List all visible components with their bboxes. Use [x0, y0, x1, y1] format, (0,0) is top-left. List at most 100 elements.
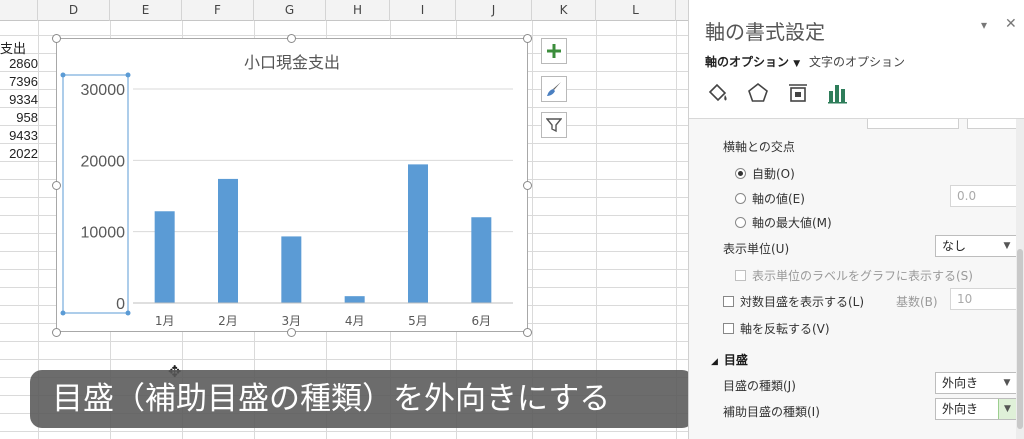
radio-selected-icon: [735, 168, 746, 179]
bar-chart-plot[interactable]: 30000 20000 10000 0 1月 2月 3月 4月 5月 6月: [57, 39, 527, 331]
cell-value[interactable]: 9433: [0, 128, 38, 143]
minor-tick-select[interactable]: 外向き ▼: [935, 398, 1017, 420]
resize-handle-left[interactable]: [52, 181, 61, 190]
y-tick-label: 0: [116, 296, 125, 313]
reverse-axis-text: 軸を反転する(V): [740, 322, 830, 336]
cell-value[interactable]: 7396: [0, 74, 38, 89]
radio-auto[interactable]: 自動(O): [735, 165, 795, 182]
log-scale-checkbox[interactable]: 対数目盛を表示する(L): [723, 293, 864, 310]
fill-line-icon[interactable]: [705, 80, 731, 106]
base-label: 基数(B): [896, 295, 938, 309]
resize-handle-right[interactable]: [523, 181, 532, 190]
bar[interactable]: [344, 296, 365, 303]
tutorial-caption: 目盛（補助目盛の種類）を外向きにする: [30, 370, 694, 428]
chart-styles-button[interactable]: [541, 76, 567, 102]
column-header-d[interactable]: D: [38, 0, 110, 21]
column-header-h[interactable]: H: [326, 0, 390, 21]
resize-handle-top-right[interactable]: [523, 34, 532, 43]
y-tick-label: 30000: [81, 82, 126, 99]
resize-handle-top[interactable]: [287, 34, 296, 43]
chevron-down-icon: ▼: [1003, 241, 1011, 251]
chevron-down-icon: ▼: [1003, 378, 1011, 388]
radio-axis-value-label: 軸の値(E): [752, 192, 805, 206]
column-header-partial[interactable]: [0, 0, 38, 21]
checkbox-icon: [723, 296, 734, 307]
checkbox-icon: [723, 323, 734, 334]
close-icon[interactable]: ✕: [1005, 16, 1017, 32]
column-header-g[interactable]: G: [254, 0, 326, 21]
resize-handle-bottom-right[interactable]: [523, 328, 532, 337]
chart-area[interactable]: 小口現金支出 30000 20000 10000 0 1月 2月 3月 4月 5月 6月: [56, 38, 528, 332]
paintbrush-icon: [547, 82, 561, 96]
bar[interactable]: [471, 217, 492, 303]
radio-axis-max-label: 軸の最大値(M): [752, 216, 832, 230]
radio-axis-max[interactable]: 軸の最大値(M): [735, 214, 832, 231]
crossing-label: 横軸との交点: [723, 140, 795, 154]
format-axis-pane[interactable]: 軸の書式設定 ▾ ✕ 軸のオプション ▼ 文字のオプション 横軸との交点 自動(…: [688, 0, 1024, 439]
chart-elements-button[interactable]: [541, 38, 567, 64]
cell-header-expense[interactable]: 支出: [0, 38, 38, 57]
radio-axis-value[interactable]: 軸の値(E): [735, 190, 805, 207]
bar[interactable]: [218, 178, 238, 303]
bar[interactable]: [408, 164, 428, 303]
pane-scrollbar[interactable]: [1016, 119, 1024, 439]
reverse-axis-checkbox[interactable]: 軸を反転する(V): [723, 320, 830, 337]
radio-auto-label: 自動(O): [752, 167, 795, 181]
axis-options-bar-icon[interactable]: [825, 80, 851, 106]
chart-filters-button[interactable]: [541, 112, 567, 138]
x-tick-label: 3月: [282, 314, 302, 328]
log-scale-text: 対数目盛を表示する(L): [740, 295, 865, 309]
column-header-f[interactable]: F: [182, 0, 254, 21]
bar[interactable]: [281, 236, 302, 303]
resize-handle-bottom[interactable]: [287, 328, 296, 337]
filter-funnel-icon: [546, 118, 562, 133]
cell-value[interactable]: 2022: [0, 146, 38, 161]
show-unit-label-text: 表示単位のラベルをグラフに表示する(S): [752, 269, 973, 283]
axis-selection-handle: [125, 72, 131, 78]
major-tick-label: 目盛の種類(J): [723, 379, 796, 393]
major-tick-select[interactable]: 外向き ▼: [935, 372, 1017, 394]
display-unit-value: なし: [942, 239, 967, 253]
cell-value[interactable]: 958: [0, 110, 38, 125]
effects-pentagon-icon[interactable]: [745, 80, 771, 106]
tab-axis-options[interactable]: 軸のオプション ▼: [705, 53, 800, 70]
section-ticks[interactable]: ◢ 目盛: [711, 351, 748, 368]
column-header-l[interactable]: L: [596, 0, 676, 21]
axis-value-field[interactable]: 0.0: [950, 185, 1018, 207]
pane-scrollbar-thumb[interactable]: [1017, 249, 1023, 429]
axis-selection-handle: [125, 310, 131, 316]
tab-text-options[interactable]: 文字のオプション: [809, 53, 905, 70]
x-tick-label: 5月: [408, 314, 428, 328]
bar[interactable]: [154, 211, 175, 303]
cell-value[interactable]: 2860: [0, 56, 38, 71]
column-header-j[interactable]: J: [456, 0, 532, 21]
cell-value[interactable]: 9334: [0, 92, 38, 107]
checkbox-icon: [735, 270, 746, 281]
section-ticks-label: 目盛: [723, 353, 748, 367]
minor-tick-label: 補助目盛の種類(I): [723, 405, 820, 419]
size-properties-icon[interactable]: [785, 80, 811, 106]
radio-empty-icon: [735, 193, 746, 204]
resize-handle-bottom-left[interactable]: [52, 328, 61, 337]
display-unit-select[interactable]: なし ▼: [935, 235, 1017, 257]
column-header-k[interactable]: K: [532, 0, 596, 21]
radio-empty-icon: [735, 217, 746, 228]
axis-selection-handle: [60, 72, 66, 78]
pane-options-chevron-icon[interactable]: ▾: [981, 18, 987, 32]
minor-tick-value: 外向き: [942, 402, 979, 416]
chevron-down-icon: ▼: [998, 399, 1016, 419]
tab-axis-options-label: 軸のオプション: [705, 55, 790, 69]
partial-field[interactable]: [967, 119, 1017, 129]
x-tick-label: 2月: [218, 314, 238, 328]
resize-handle-top-left[interactable]: [52, 34, 61, 43]
column-header-e[interactable]: E: [110, 0, 182, 21]
show-unit-label-checkbox[interactable]: 表示単位のラベルをグラフに表示する(S): [735, 267, 973, 284]
base-field[interactable]: 10: [950, 288, 1018, 310]
major-tick-value: 外向き: [942, 376, 979, 390]
display-unit-label: 表示単位(U): [723, 242, 790, 256]
column-header-i[interactable]: I: [390, 0, 456, 21]
pane-title: 軸の書式設定: [705, 20, 825, 44]
chevron-down-icon: ▼: [793, 59, 801, 69]
partial-field[interactable]: [867, 119, 959, 129]
y-tick-label: 20000: [81, 153, 126, 170]
